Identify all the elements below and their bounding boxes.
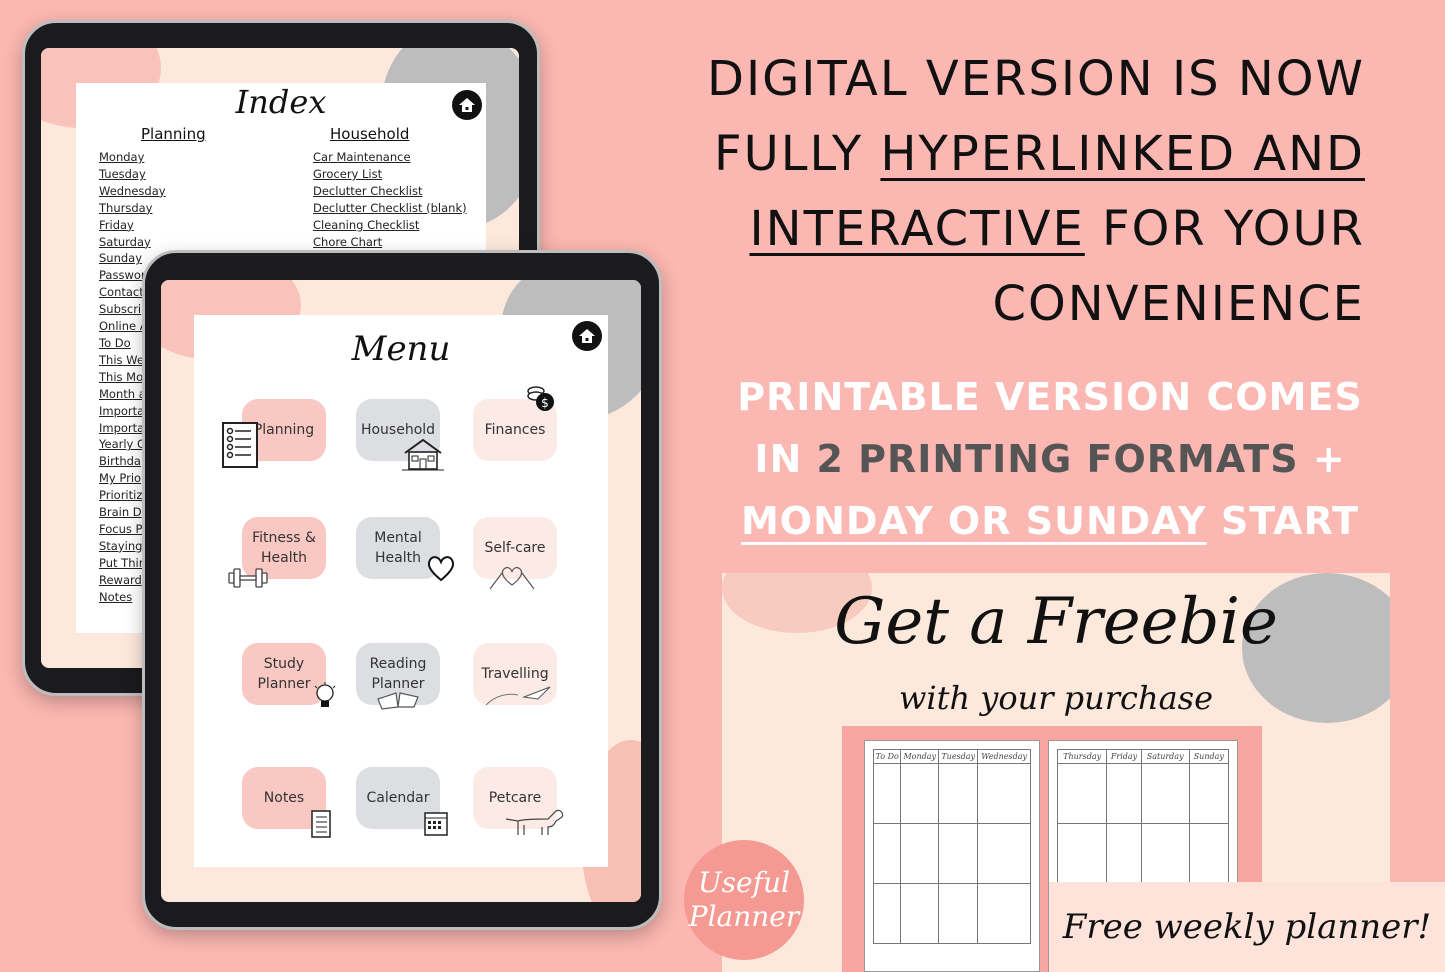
column-header: Tuesday: [938, 749, 979, 764]
index-link[interactable]: Declutter Checklist (blank): [313, 200, 467, 217]
tile-label: Fitness & Health: [252, 530, 316, 566]
svg-text:$: $: [541, 396, 549, 410]
subheadline-line: IN 2 PRINTING FORMATS +: [715, 428, 1385, 490]
book-icon: [377, 692, 419, 710]
brand-line: Useful: [698, 866, 790, 899]
dumbbell-icon: [228, 568, 268, 588]
lightbulb-icon: [314, 682, 336, 707]
index-title: Index: [235, 83, 327, 121]
index-link[interactable]: Tuesday: [99, 166, 166, 183]
index-link[interactable]: Declutter Checklist: [313, 183, 467, 200]
tile-label: Calendar: [366, 790, 430, 806]
planner-left-table: To Do Monday Tuesday Wednesday: [872, 749, 1031, 944]
home-icon[interactable]: [452, 90, 482, 120]
tile-label: Notes: [263, 790, 305, 806]
sub-underlined-text: MONDAY OR SUNDAY: [740, 499, 1207, 543]
column-header: Sunday: [1188, 749, 1230, 764]
heart-icon: [427, 556, 455, 582]
headline: DIGITAL VERSION IS NOW FULLY HYPERLINKED…: [707, 42, 1365, 342]
column-header: Friday: [1106, 749, 1142, 764]
column-header: Saturday: [1140, 749, 1190, 764]
freebie-title: Get a Freebie: [834, 585, 1278, 659]
household-heading[interactable]: Household: [330, 125, 409, 143]
planner-right-table: Thursday Friday Saturday Sunday: [1056, 749, 1230, 884]
headline-line: CONVENIENCE: [992, 276, 1365, 332]
brand-line: Planner: [688, 900, 800, 933]
column-header: Wednesday: [977, 749, 1031, 764]
index-link[interactable]: Cleaning Checklist: [313, 217, 467, 234]
sub-text: IN: [754, 437, 817, 481]
paper-plane-icon: [485, 686, 551, 706]
planner-left-page: To Do Monday Tuesday Wednesday: [864, 740, 1040, 972]
subheadline-line: MONDAY OR SUNDAY START: [715, 490, 1385, 552]
menu-screen: Menu Planning Household Finances $ Fitne…: [161, 280, 641, 902]
menu-title: Menu: [351, 329, 451, 369]
notepad-icon: [311, 810, 331, 838]
index-link[interactable]: Wednesday: [99, 183, 166, 200]
column-header: To Do: [872, 749, 902, 764]
house-icon: [402, 438, 444, 471]
headline-underlined-text: HYPERLINKED AND: [880, 126, 1365, 182]
index-link[interactable]: Friday: [99, 217, 166, 234]
headline-line: FULLY HYPERLINKED AND: [707, 117, 1365, 192]
tablet-menu: Menu Planning Household Finances $ Fitne…: [142, 250, 662, 930]
column-header: Monday: [900, 749, 940, 764]
tile-label: Reading Planner: [369, 656, 427, 692]
headline-text: FULLY: [713, 126, 881, 182]
caption-text: Free weekly planner!: [1062, 907, 1432, 947]
sub-text: START: [1206, 499, 1360, 543]
headline-line: INTERACTIVE FOR YOUR: [707, 192, 1365, 267]
sub-highlight-text: 2 PRINTING FORMATS: [816, 437, 1299, 481]
subheadline-line: PRINTABLE VERSION COMES: [737, 375, 1363, 419]
brand-badge: Useful Planner: [684, 840, 804, 960]
heart-hands-icon: [489, 566, 535, 590]
subheadline: PRINTABLE VERSION COMES IN 2 PRINTING FO…: [715, 366, 1385, 552]
planning-heading[interactable]: Planning: [141, 125, 206, 143]
headline-line: DIGITAL VERSION IS NOW: [706, 51, 1365, 107]
dog-icon: [505, 809, 564, 835]
headline-underlined-text: INTERACTIVE: [749, 201, 1085, 257]
index-link[interactable]: Saturday: [99, 234, 166, 251]
index-link[interactable]: Grocery List: [313, 166, 467, 183]
tile-label: Self-care: [484, 540, 546, 556]
menu-paper: Menu Planning Household Finances $ Fitne…: [194, 315, 608, 867]
tile-label: Finances: [484, 422, 546, 438]
column-header: Thursday: [1056, 749, 1108, 764]
headline-text: FOR YOUR: [1084, 201, 1365, 257]
index-link[interactable]: Monday: [99, 149, 166, 166]
sub-text: +: [1298, 437, 1346, 481]
index-link[interactable]: Thursday: [99, 200, 166, 217]
index-link[interactable]: Car Maintenance: [313, 149, 467, 166]
freebie-subtitle: with your purchase: [898, 679, 1214, 717]
index-link[interactable]: Chore Chart: [313, 234, 467, 251]
checklist-icon: [222, 422, 258, 468]
freebie-caption: Free weekly planner!: [1049, 882, 1445, 972]
home-icon[interactable]: [572, 321, 602, 351]
tile-label: Travelling: [481, 666, 549, 682]
coins-icon: $: [527, 386, 554, 411]
household-link-list: Car Maintenance Grocery List Declutter C…: [313, 149, 467, 250]
calendar-icon: [424, 812, 448, 836]
tile-label: Planning: [253, 422, 315, 438]
